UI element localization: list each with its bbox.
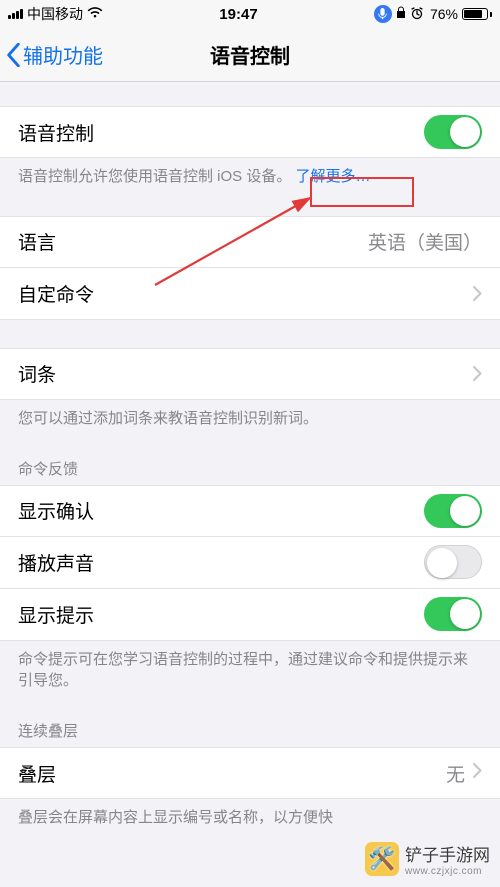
wifi-icon — [87, 6, 103, 22]
custom-commands-row[interactable]: 自定命令 — [0, 268, 500, 320]
watermark-url: www.czjxjc.com — [405, 866, 490, 877]
battery-icon — [462, 8, 492, 20]
watermark-logo-icon: 🛠️ — [365, 842, 399, 876]
watermark-brand: 铲子手游网 — [405, 846, 490, 865]
voice-control-toggle[interactable] — [424, 115, 482, 149]
voice-control-row: 语音控制 — [0, 106, 500, 158]
overlay-label: 叠层 — [18, 760, 56, 787]
play-sound-row: 播放声音 — [0, 537, 500, 589]
show-hints-toggle[interactable] — [424, 597, 482, 631]
back-button[interactable]: 辅助功能 — [6, 28, 103, 81]
alarm-icon — [410, 6, 424, 23]
signal-icon — [8, 9, 23, 19]
overlay-footer: 叠层会在屏幕内容上显示编号或名称，以方便快 — [0, 799, 500, 829]
language-value: 英语（美国） — [368, 228, 482, 255]
carrier-label: 中国移动 — [27, 4, 83, 24]
show-hints-row: 显示提示 — [0, 589, 500, 641]
overlay-value: 无 — [446, 760, 465, 787]
vocabulary-footer: 您可以通过添加词条来教语音控制识别新词。 — [0, 400, 500, 430]
language-row[interactable]: 语言 英语（美国） — [0, 216, 500, 268]
voice-control-footer: 语音控制允许您使用语音控制 iOS 设备。 了解更多… — [0, 158, 500, 188]
learn-more-link[interactable]: 了解更多… — [296, 168, 371, 185]
chevron-right-icon — [473, 366, 482, 381]
feedback-header: 命令反馈 — [0, 458, 500, 485]
nav-header: 辅助功能 语音控制 — [0, 28, 500, 82]
status-time: 19:47 — [219, 6, 257, 23]
battery-percent: 76% — [430, 6, 458, 22]
show-hints-label: 显示提示 — [18, 601, 94, 628]
show-confirm-toggle[interactable] — [424, 494, 482, 528]
watermark: 🛠️ 铲子手游网 www.czjxjc.com — [365, 841, 490, 877]
language-label: 语言 — [18, 228, 56, 255]
chevron-right-icon — [473, 286, 482, 301]
voice-control-label: 语音控制 — [18, 119, 94, 146]
voice-control-indicator-icon — [374, 5, 392, 23]
custom-commands-label: 自定命令 — [18, 280, 94, 307]
back-label: 辅助功能 — [23, 40, 103, 69]
feedback-footer: 命令提示可在您学习语音控制的过程中，通过建议命令和提供提示来引导您。 — [0, 641, 500, 693]
overlay-header: 连续叠层 — [0, 720, 500, 747]
page-title: 语音控制 — [210, 40, 290, 69]
status-bar: 中国移动 19:47 76% — [0, 0, 500, 28]
orientation-lock-icon — [396, 6, 406, 22]
play-sound-toggle[interactable] — [424, 545, 482, 579]
chevron-right-icon — [473, 762, 482, 784]
vocabulary-label: 词条 — [18, 360, 56, 387]
vocabulary-row[interactable]: 词条 — [0, 348, 500, 400]
show-confirm-row: 显示确认 — [0, 485, 500, 537]
show-confirm-label: 显示确认 — [18, 497, 94, 524]
settings-content: 语音控制 语音控制允许您使用语音控制 iOS 设备。 了解更多… 语言 英语（美… — [0, 82, 500, 887]
play-sound-label: 播放声音 — [18, 549, 94, 576]
overlay-row[interactable]: 叠层 无 — [0, 747, 500, 799]
